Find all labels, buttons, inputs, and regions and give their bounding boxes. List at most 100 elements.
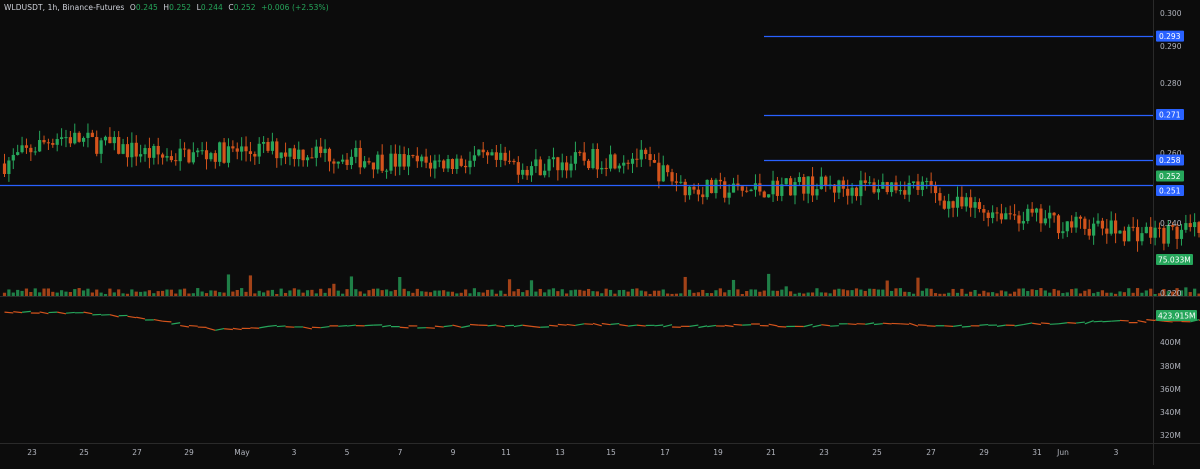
volume-bar xyxy=(148,290,151,296)
indicator-segment xyxy=(874,324,883,325)
volume-bar xyxy=(266,290,269,296)
candle-body xyxy=(890,182,893,192)
volume-bar xyxy=(1088,289,1091,296)
volume-bar xyxy=(745,291,748,296)
volume-bar xyxy=(350,276,353,296)
volume-bar xyxy=(736,289,739,296)
candle-body xyxy=(943,201,946,209)
candle-body xyxy=(183,149,186,150)
candle-body xyxy=(978,202,981,209)
candle-body xyxy=(468,161,471,167)
candle-body xyxy=(446,159,449,168)
volume-bar xyxy=(995,293,998,296)
candle-body xyxy=(1118,231,1121,234)
indicator-segment xyxy=(654,325,663,326)
volume-bar xyxy=(152,293,155,296)
volume-bar xyxy=(987,292,990,296)
candle-body xyxy=(574,152,577,164)
volume-bar xyxy=(302,293,305,296)
volume-bar xyxy=(29,292,32,296)
volume-bar xyxy=(227,274,230,296)
candle-body xyxy=(389,154,392,171)
volume-bar xyxy=(385,289,388,296)
candle-body xyxy=(64,137,67,138)
volume-bar xyxy=(499,291,502,296)
volume-bar xyxy=(965,294,968,296)
candle-body xyxy=(1013,214,1016,215)
volume-bar xyxy=(1061,293,1064,296)
volume-bar xyxy=(130,289,133,296)
candle-body xyxy=(543,171,546,176)
volume-bar xyxy=(416,289,419,296)
volume-bar xyxy=(530,280,533,296)
candle-body xyxy=(1031,209,1034,213)
volume-bar xyxy=(161,291,164,296)
candle-body xyxy=(877,189,880,193)
volume-bar xyxy=(363,294,366,296)
candle-body xyxy=(1149,227,1152,238)
candle-body xyxy=(205,150,208,159)
candle-body xyxy=(117,137,120,154)
volume-bar xyxy=(341,294,344,296)
volume-bar xyxy=(451,292,454,296)
candle-body xyxy=(1066,221,1069,231)
volume-bar xyxy=(482,293,485,296)
indicator-segment xyxy=(22,311,31,312)
volume-bar xyxy=(688,290,691,296)
candle-body xyxy=(653,160,656,163)
candle-body xyxy=(1079,217,1082,219)
candle-body xyxy=(1044,218,1047,223)
candle-body xyxy=(165,156,168,158)
volume-bar xyxy=(1092,293,1095,296)
candle-body xyxy=(934,186,937,193)
volume-bar xyxy=(728,290,731,296)
candle-body xyxy=(499,153,502,160)
volume-bar xyxy=(1149,289,1152,296)
chart-background xyxy=(0,0,1200,465)
candle-body xyxy=(530,166,533,175)
candle-body xyxy=(240,146,243,151)
volume-bar xyxy=(855,288,858,296)
candle-body xyxy=(310,157,313,158)
candle-body xyxy=(776,181,779,196)
volume-bar xyxy=(829,293,832,296)
candle-body xyxy=(618,166,621,169)
volume-bar xyxy=(258,291,261,296)
candle-body xyxy=(121,144,124,154)
volume-bar xyxy=(793,294,796,296)
candle-body xyxy=(868,182,871,183)
volume-bar xyxy=(574,290,577,296)
time-tick-label: 25 xyxy=(872,448,882,457)
candle-body xyxy=(749,190,752,191)
volume-bar xyxy=(60,290,63,296)
volume-bar xyxy=(126,294,129,296)
candle-body xyxy=(956,197,959,208)
volume-bar xyxy=(670,294,673,296)
volume-bar xyxy=(490,290,493,296)
candle-body xyxy=(723,181,726,197)
volume-bar xyxy=(12,293,15,296)
volume-bar xyxy=(697,292,700,296)
candle-body xyxy=(100,140,103,154)
candle-body xyxy=(684,182,687,195)
candle-body xyxy=(886,182,889,192)
chart[interactable]: 0.3000.2900.2800.2600.2400.2200.2930.271… xyxy=(0,0,1200,465)
candle-body xyxy=(420,157,423,162)
volume-bar xyxy=(1189,292,1192,296)
volume-bar xyxy=(627,292,630,296)
time-tick-label: 29 xyxy=(979,448,989,457)
last-price-label: 0.252 xyxy=(1156,171,1184,182)
volume-bar xyxy=(376,289,379,296)
volume-bar xyxy=(73,289,76,296)
chart-canvas[interactable]: 0.3000.2900.2800.2600.2400.2200.2930.271… xyxy=(0,0,1200,465)
time-tick-label: 25 xyxy=(79,448,89,457)
candle-body xyxy=(504,153,507,161)
candle-body xyxy=(38,140,41,151)
candle-body xyxy=(855,188,858,196)
volume-bar xyxy=(956,293,959,296)
time-tick-label: 11 xyxy=(501,448,511,457)
volume-bar xyxy=(113,292,116,296)
volume-bar xyxy=(381,290,384,296)
volume-bar xyxy=(1136,288,1139,296)
volume-bar xyxy=(622,290,625,296)
